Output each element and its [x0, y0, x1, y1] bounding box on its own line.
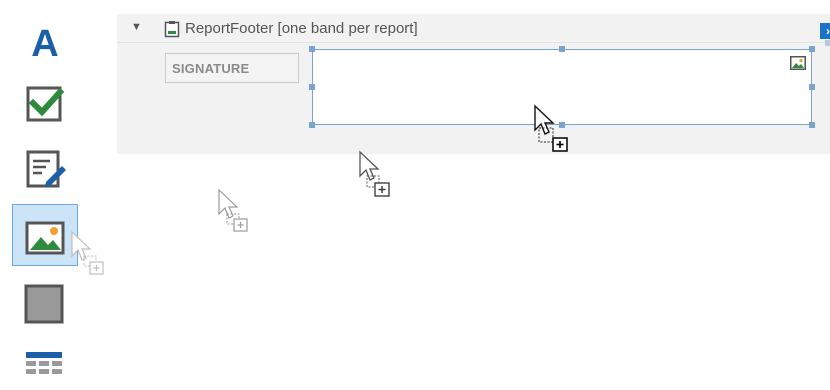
- report-footer-band[interactable]: ▼ ReportFooter [one band per report] › S…: [117, 14, 830, 154]
- checkbox-icon: [26, 86, 65, 122]
- signature-label-control[interactable]: SIGNATURE: [165, 53, 299, 83]
- selection-handle-top-right[interactable]: [809, 46, 815, 52]
- svg-text:A: A: [31, 23, 58, 64]
- picture-icon: [25, 221, 65, 255]
- selection-handle-top-left[interactable]: [309, 46, 315, 52]
- selection-handle-bottom-left[interactable]: [309, 122, 315, 128]
- selection-handle-left[interactable]: [309, 84, 315, 90]
- drag-copy-cursor-icon: [71, 230, 104, 275]
- band-title: ReportFooter [one band per report]: [185, 20, 418, 37]
- selection-handle-bottom-right[interactable]: [809, 122, 815, 128]
- toolbox: A: [0, 0, 96, 390]
- band-resize-handle[interactable]: [825, 40, 830, 46]
- toolbox-item-label[interactable]: A: [12, 8, 78, 70]
- toolbox-item-checkbox[interactable]: [12, 70, 78, 132]
- band-clipboard-icon: [164, 21, 180, 38]
- drag-copy-cursor-icon: [359, 150, 390, 197]
- drag-copy-cursor-icon: [218, 188, 248, 232]
- table-icon: [26, 352, 62, 374]
- toolbox-item-panel[interactable]: [12, 270, 78, 332]
- text-label-icon: A: [31, 23, 58, 64]
- band-header: ▼ ReportFooter [one band per report] ›: [117, 14, 830, 43]
- selection-handle-right[interactable]: [809, 84, 815, 90]
- panel-icon: [24, 284, 64, 324]
- toolbox-item-richtext[interactable]: [12, 136, 78, 198]
- picture-icon: [790, 56, 806, 70]
- toolbox-item-picturebox[interactable]: [12, 204, 78, 266]
- report-designer: A ▼ ReportFooter [one band per report] ›…: [0, 0, 830, 390]
- document-edit-icon: [26, 150, 66, 188]
- drag-copy-cursor-icon: [534, 104, 568, 152]
- band-expand-button[interactable]: ›: [820, 23, 830, 39]
- toolbox-item-table[interactable]: [12, 336, 78, 390]
- collapse-caret-icon[interactable]: ▼: [131, 21, 142, 33]
- selection-handle-top[interactable]: [559, 46, 565, 52]
